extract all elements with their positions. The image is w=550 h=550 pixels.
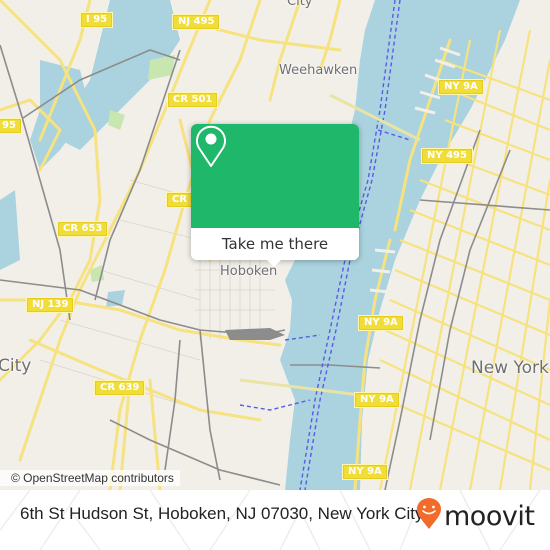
place-label: Weehawken xyxy=(279,63,358,78)
road-shield: NY 9A xyxy=(438,79,484,95)
moovit-logo: moovit xyxy=(416,498,535,534)
road-shield: NJ 495 xyxy=(172,14,221,30)
rail-yard xyxy=(225,328,285,340)
take-me-there-button[interactable]: Take me there xyxy=(191,228,359,260)
water-left xyxy=(0,190,20,270)
park-area xyxy=(108,110,125,130)
place-label: New York xyxy=(471,358,549,378)
road-shield: CR 639 xyxy=(94,380,146,396)
road-shield: CR 501 xyxy=(167,92,219,108)
popup-pointer xyxy=(265,258,283,267)
footer-bar: 6th St Hudson St, Hoboken, NJ 07030, New… xyxy=(0,490,550,550)
road-shield: CR 653 xyxy=(57,221,109,237)
place-label: City xyxy=(287,0,313,9)
road-shield: NY 495 xyxy=(421,148,473,164)
popup-header xyxy=(191,124,359,228)
address-text: 6th St Hudson St, Hoboken, NJ 07030, New… xyxy=(20,504,424,523)
road-shield: I 95 xyxy=(80,12,114,28)
road-shield: 95 xyxy=(0,118,22,134)
road-shield: NY 9A xyxy=(354,392,400,408)
water-marsh xyxy=(30,60,90,170)
road-shield: NY 9A xyxy=(342,464,388,480)
place-label: City xyxy=(0,356,32,376)
road-shield: NJ 139 xyxy=(26,297,75,313)
location-popup: Take me there xyxy=(191,124,359,267)
map-view[interactable]: I 95 NJ 495 CR 501 95 CR 653 CR NJ 139 C… xyxy=(0,0,550,490)
moovit-wordmark: moovit xyxy=(444,500,535,532)
water-pond xyxy=(106,290,125,307)
map-attribution[interactable]: © OpenStreetMap contributors xyxy=(0,470,180,486)
road-shield: CR xyxy=(166,192,194,208)
moovit-smile-pin-icon xyxy=(416,498,442,534)
road-shield: NY 9A xyxy=(358,315,404,331)
